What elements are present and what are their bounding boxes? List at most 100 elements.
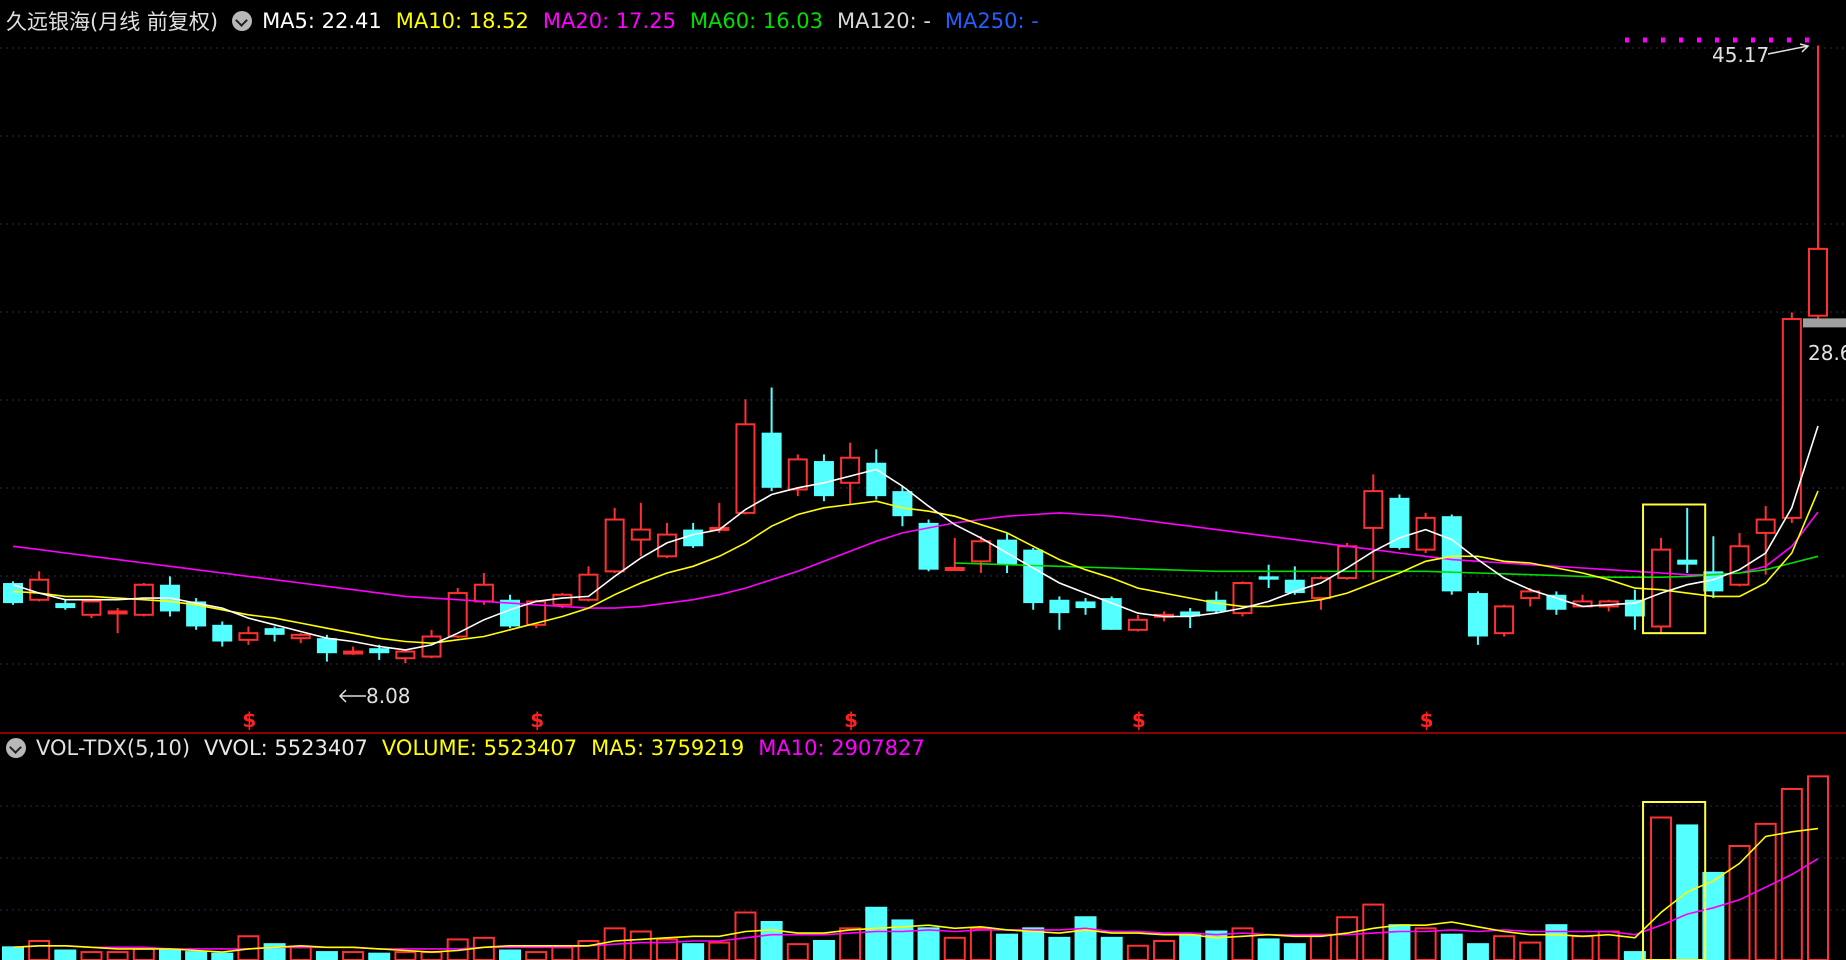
volume-bar [969,927,992,960]
volume-bar [2,946,24,960]
candle-body [813,461,834,497]
candle-body [343,650,364,655]
ma10-line [12,490,1819,645]
volume-bar [1074,916,1097,960]
volume-bar [1022,927,1045,960]
volume-bars [2,775,1829,960]
volume-bar [28,940,51,960]
candle-body [264,628,285,635]
volume-bar [132,947,155,960]
volume-bar [1283,943,1306,960]
volume-bar [1205,930,1228,960]
volume-bar [865,906,888,960]
low-price-label: 8.08 [366,684,411,708]
volume-bar [1493,935,1516,960]
candle-body [630,528,651,541]
dividend-marker-icon: $ [242,708,256,732]
volume-bar [1257,938,1280,960]
volume-bar [1519,941,1542,960]
volume-bar [211,952,234,960]
candle [1755,506,1776,575]
volume-grid [0,805,1846,911]
candle-body [761,432,782,488]
candle [107,608,128,634]
candle-body [1337,545,1358,580]
candle-body [395,650,416,660]
candle-body [1415,516,1436,551]
candle-body [1389,497,1410,548]
candle-body [290,633,311,640]
candle-body [840,456,861,484]
candle [1624,589,1645,630]
candle [1337,542,1358,580]
candle [1363,474,1384,580]
volume-bar [1807,775,1829,960]
main-grid [0,47,1846,665]
candle-body [656,533,677,558]
candle-body [212,624,233,642]
candle-body [81,600,102,616]
candle [1677,507,1698,574]
kline-chart[interactable]: 8.08 45.17 28.6 $ $ $ $ $ [0,0,1846,960]
dividend-marker-icon: $ [530,708,544,732]
candle [1441,514,1462,595]
volume-bar [1414,927,1437,960]
volume-bar [499,949,522,960]
volume-bar [1048,936,1071,960]
candle-body [944,567,965,571]
volume-bar [1466,943,1489,960]
candle [473,573,494,605]
candle [81,599,102,619]
candle-body [55,603,76,609]
volume-bar [943,936,966,960]
candle [1075,598,1096,615]
candle [944,537,965,571]
candle [1651,537,1672,634]
candle-body [1755,518,1776,534]
candle-body [1467,593,1488,637]
volume-bar [106,951,129,960]
volume-bar [54,949,77,960]
candle-body [1808,247,1828,317]
volume-bar [1126,944,1149,960]
candle-body [552,593,573,606]
candle-body [1494,605,1515,635]
candle [238,626,259,645]
volume-bar [368,952,391,960]
candle [840,442,861,505]
high-arrow-icon [1767,43,1810,55]
ma20-line [12,511,1819,609]
volume-bar [158,949,181,960]
dividend-marker-icon: $ [1420,708,1434,732]
candle [500,594,521,629]
candle [1180,608,1201,629]
candle-body [1258,576,1279,580]
candle-body [29,578,50,601]
price-marker [1803,318,1846,328]
candle-body [3,583,23,604]
volume-bar [1702,871,1725,960]
volume-bar [394,951,417,960]
dividend-marker-icon: $ [1132,708,1146,732]
candle [29,571,50,602]
volume-bar [996,933,1019,960]
candle-body [238,632,259,641]
volume-bar [1440,933,1463,960]
volume-bar [1571,935,1594,960]
candle [1310,576,1331,610]
volume-bar [812,940,835,960]
candle-body [1127,618,1148,631]
candle [55,599,76,610]
candle [212,621,233,647]
candle [1520,588,1541,607]
candle-body [1363,490,1384,529]
candle [1781,312,1802,523]
volume-bar [786,943,809,960]
candle [264,626,285,642]
candle-body [866,462,887,497]
candle [1101,596,1122,630]
candle [604,507,625,574]
volume-bar [629,930,652,960]
candle [1023,547,1044,610]
candle [813,454,834,502]
